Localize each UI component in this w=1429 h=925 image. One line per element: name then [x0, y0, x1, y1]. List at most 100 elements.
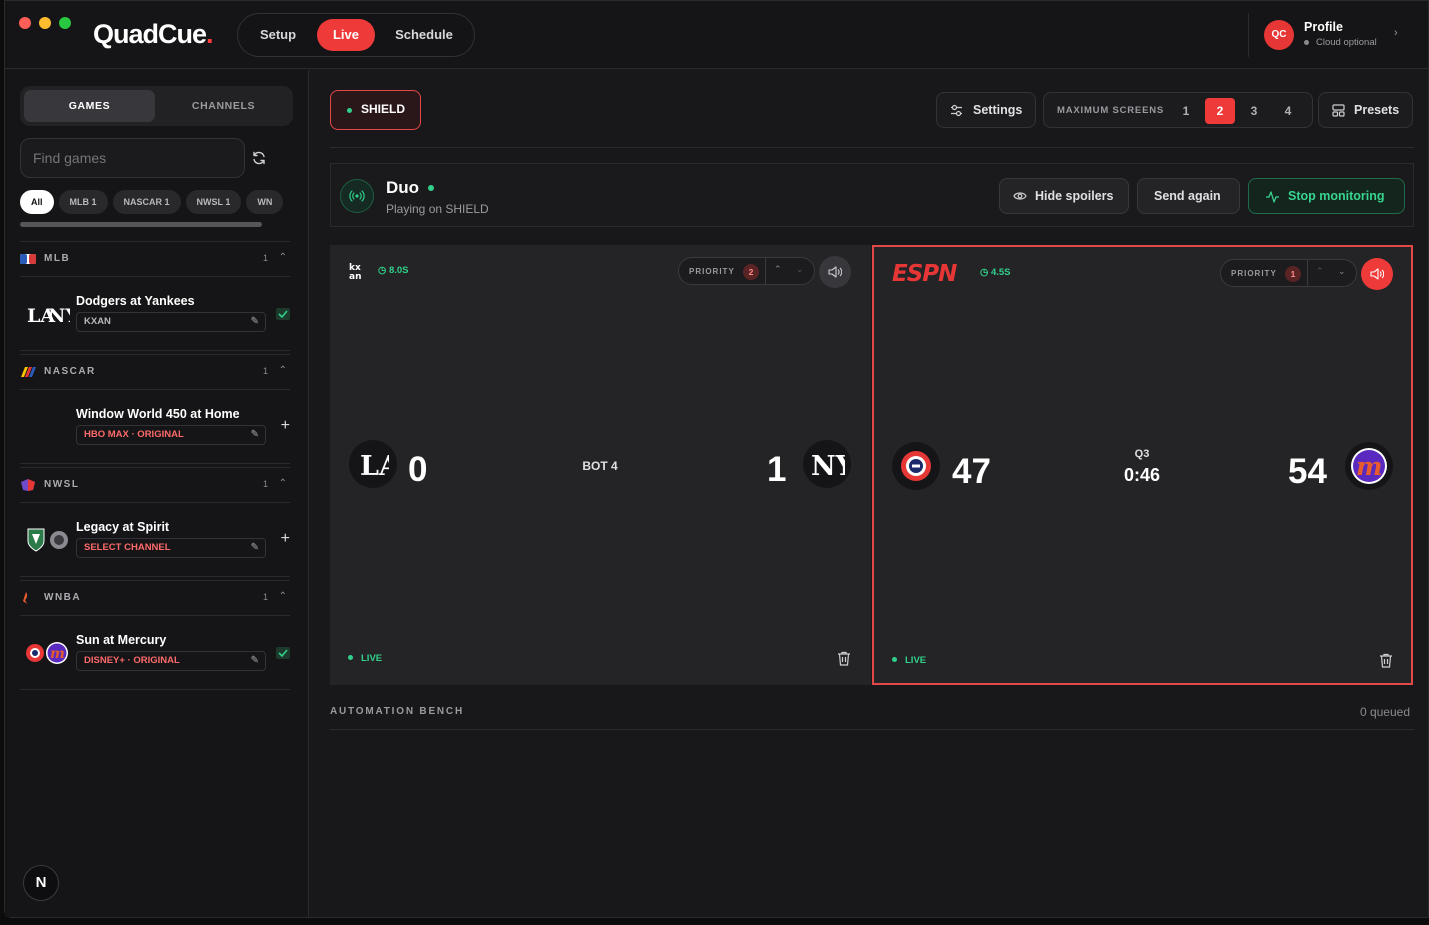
status-dot-icon — [347, 108, 352, 113]
section-count: 1 — [262, 592, 268, 602]
send-again-button[interactable]: Send again — [1137, 178, 1240, 214]
league-filter-chips: All MLB 1 NASCAR 1 NWSL 1 WN — [20, 190, 294, 216]
avatar: QC — [1264, 20, 1294, 50]
game-period: BOT 4 — [582, 459, 618, 473]
speaker-icon — [828, 266, 842, 278]
sidebar-tabs: GAMES CHANNELS — [20, 86, 293, 126]
divider — [330, 729, 1414, 730]
sun-logo-icon — [892, 442, 940, 490]
priority-label: PRIORITY — [689, 267, 735, 276]
audio-toggle-button[interactable] — [1361, 258, 1393, 290]
max-screens-control: MAXIMUM SCREENS 1 2 3 4 — [1043, 92, 1313, 128]
profile-menu[interactable]: QC Profile Cloud optional › — [1248, 13, 1429, 57]
team-logos-dodgers-yankees-icon: LANY — [27, 305, 70, 327]
max-screens-1[interactable]: 1 — [1171, 98, 1201, 124]
device-selector[interactable]: SHIELD — [330, 90, 421, 130]
refresh-icon[interactable] — [251, 150, 267, 166]
section-name: WNBA — [44, 592, 82, 603]
screen-panel-1[interactable]: kxan ◷ 8.0S PRIORITY 2 ⌃ ⌄ LA 0 BOT 4 1 … — [330, 245, 871, 685]
espn-logo-icon: ESPN — [892, 261, 958, 283]
audio-toggle-button[interactable] — [819, 256, 851, 288]
next-devtools-button[interactable]: N — [23, 865, 59, 901]
session-bar: Duo Playing on SHIELD Hide spoilers Send… — [330, 163, 1414, 227]
kxan-logo-icon: kxan — [349, 263, 361, 281]
section-name: NASCAR — [44, 366, 96, 377]
session-subtitle: Playing on SHIELD — [386, 202, 489, 216]
chip-wnba[interactable]: WN — [246, 190, 284, 214]
channel-selector[interactable]: SELECT CHANNEL ✎ — [76, 538, 266, 558]
section-count: 1 — [262, 253, 268, 263]
tab-games[interactable]: GAMES — [24, 90, 155, 122]
settings-button[interactable]: Settings — [936, 92, 1036, 128]
max-screens-3[interactable]: 3 — [1239, 98, 1269, 124]
home-score: 1 — [767, 450, 787, 489]
presets-button[interactable]: Presets — [1318, 92, 1413, 128]
top-bar: QuadCue. Setup Live Schedule QC Profile … — [5, 1, 1428, 69]
chips-scrollbar[interactable] — [20, 222, 262, 227]
app-window: QuadCue. Setup Live Schedule QC Profile … — [4, 0, 1429, 918]
away-score: 0 — [408, 450, 428, 489]
game-row-sun-mercury[interactable]: m Sun at Mercury DISNEY+ · ORIGINAL ✎ — [20, 616, 290, 690]
away-score: 47 — [952, 452, 991, 491]
section-nwsl[interactable]: NWSL 1 ⌃ — [20, 467, 290, 503]
close-window-button[interactable] — [19, 17, 31, 29]
live-indicator: LIVE — [892, 655, 926, 666]
chip-nascar[interactable]: NASCAR 1 — [112, 190, 181, 214]
section-nascar[interactable]: NASCAR 1 ⌃ — [20, 354, 290, 390]
latency-timer: ◷ 8.0S — [378, 265, 409, 276]
chevron-up-icon: ⌃ — [278, 365, 287, 376]
channel-selector[interactable]: DISNEY+ · ORIGINAL ✎ — [76, 651, 266, 671]
chip-mlb[interactable]: MLB 1 — [58, 190, 108, 214]
add-icon[interactable]: + — [281, 417, 290, 435]
profile-name: Profile — [1304, 20, 1343, 34]
zoom-window-button[interactable] — [59, 17, 71, 29]
game-row-dodgers-yankees[interactable]: LANY Dodgers at Yankees KXAN✎ — [20, 277, 290, 351]
section-wnba[interactable]: WNBA 1 ⌃ — [20, 580, 290, 616]
priority-down-icon[interactable]: ⌄ — [796, 264, 804, 275]
edit-icon: ✎ — [250, 542, 259, 553]
channel-selector[interactable]: KXAN ✎ — [76, 312, 266, 332]
yankees-logo-icon: NY — [803, 440, 851, 488]
search-input[interactable] — [20, 138, 245, 178]
trash-icon[interactable] — [1379, 653, 1393, 668]
nav-setup[interactable]: Setup — [246, 19, 310, 51]
game-row-legacy-spirit[interactable]: Legacy at Spirit SELECT CHANNEL ✎ + — [20, 503, 290, 577]
pulse-icon — [1266, 191, 1279, 203]
section-count: 1 — [262, 366, 268, 376]
add-icon[interactable]: + — [281, 530, 290, 548]
check-icon[interactable] — [276, 308, 290, 320]
minimize-window-button[interactable] — [39, 17, 51, 29]
hide-spoilers-button[interactable]: Hide spoilers — [999, 178, 1129, 214]
trash-icon[interactable] — [837, 651, 851, 666]
section-name: MLB — [44, 253, 71, 264]
mlb-logo-icon — [20, 254, 36, 264]
sliders-icon — [951, 104, 962, 117]
tab-channels[interactable]: CHANNELS — [158, 90, 289, 122]
team-logos-legacy-spirit-icon — [27, 528, 68, 552]
game-clock: 0:46 — [1123, 465, 1161, 485]
nav-schedule[interactable]: Schedule — [382, 19, 466, 51]
stop-monitoring-button[interactable]: Stop monitoring — [1248, 178, 1405, 214]
channel-selector[interactable]: HBO MAX · ORIGINAL ✎ — [76, 425, 266, 445]
section-mlb[interactable]: MLB 1 ⌃ — [20, 241, 290, 277]
priority-down-icon[interactable]: ⌄ — [1338, 266, 1346, 277]
priority-up-icon[interactable]: ⌃ — [774, 264, 782, 275]
priority-badge: 1 — [1285, 266, 1301, 282]
screen-panel-2[interactable]: ESPN ◷ 4.5S PRIORITY 1 ⌃ ⌄ 47 Q3 0:46 54… — [872, 245, 1413, 685]
wnba-logo-icon — [23, 592, 28, 604]
game-row-window-world-450[interactable]: Window World 450 at Home HBO MAX · ORIGI… — [20, 390, 290, 464]
nav-live[interactable]: Live — [317, 19, 375, 51]
chip-all[interactable]: All — [20, 190, 54, 214]
edit-icon: ✎ — [250, 429, 259, 440]
chip-nwsl[interactable]: NWSL 1 — [185, 190, 242, 214]
priority-up-icon[interactable]: ⌃ — [1316, 266, 1324, 277]
game-title: Dodgers at Yankees — [76, 294, 195, 308]
check-icon[interactable] — [276, 647, 290, 659]
max-screens-2[interactable]: 2 — [1205, 98, 1235, 124]
max-screens-4[interactable]: 4 — [1273, 98, 1303, 124]
max-screens-label: MAXIMUM SCREENS — [1057, 105, 1165, 116]
status-dot-icon — [428, 185, 434, 191]
sidebar: GAMES CHANNELS AllMLB 1NASCAR 1NWSL 1WN … — [5, 70, 309, 917]
priority-badge: 2 — [743, 264, 759, 280]
nascar-logo-icon — [21, 367, 36, 377]
